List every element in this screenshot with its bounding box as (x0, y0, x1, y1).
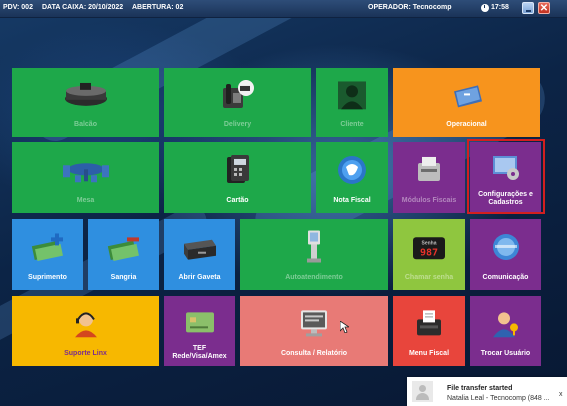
tile-trocar-usuario-label: Trocar Usuário (480, 350, 531, 357)
data-caixa-label: DATA CAIXA: 20/10/2022 (42, 4, 124, 11)
operador-label: OPERADOR: Tecnocomp (368, 4, 452, 11)
tile-nota-fiscal[interactable]: Nota Fiscal (316, 142, 388, 213)
tile-nota-fiscal-label: Nota Fiscal (333, 197, 371, 204)
tile-comunicacao[interactable]: Comunicação (470, 219, 541, 290)
status-bar: PDV: 002 DATA CAIXA: 20/10/2022 ABERTURA… (0, 0, 567, 18)
tile-operacional[interactable]: Operacional (393, 68, 540, 137)
user-switch-icon (492, 309, 520, 339)
payment-card-icon (185, 311, 215, 335)
notification-close-button[interactable]: x (559, 391, 563, 398)
tile-chamar-senha-label: Chamar senha (404, 274, 454, 281)
clock-time: 17:58 (491, 4, 509, 11)
tile-autoatendimento[interactable]: Autoatendimento (240, 219, 388, 290)
support-agent-icon (73, 309, 99, 339)
tile-balcao-label: Balcão (74, 121, 97, 128)
cash-add-icon (31, 232, 65, 263)
card-icon (225, 154, 251, 186)
selection-highlight (467, 139, 545, 214)
receipt-printer-icon (414, 309, 444, 339)
globe-icon (337, 154, 367, 186)
operations-icon (450, 81, 484, 111)
report-monitor-icon (299, 309, 329, 339)
abertura-label: ABERTURA: 02 (132, 4, 184, 11)
tile-chamar-senha[interactable]: Senha 987 Chamar senha (393, 219, 465, 290)
tile-comunicacao-label: Comunicação (482, 274, 529, 281)
tile-cartao-label: Cartão (226, 197, 249, 204)
tile-mesa[interactable]: Mesa (12, 142, 159, 213)
tile-operacional-label: Operacional (446, 121, 487, 128)
tile-tef-label: TEF Rede/Visa/Amex (172, 345, 227, 360)
tile-trocar-usuario[interactable]: Trocar Usuário (470, 296, 541, 366)
clock-icon (481, 4, 489, 12)
pdv-label: PDV: 002 (3, 4, 33, 11)
avatar (412, 381, 433, 402)
tile-consulta-relatorio[interactable]: Consulta / Relatório (240, 296, 388, 366)
tile-delivery-label: Delivery (223, 121, 252, 128)
senha-caption: Senha (421, 240, 436, 246)
tile-modulos-fiscais-label: Módulos Fiscais (401, 197, 457, 204)
tile-abrir-gaveta[interactable]: Abrir Gaveta (164, 219, 235, 290)
communication-icon (491, 231, 521, 263)
tile-cartao[interactable]: Cartão (164, 142, 311, 213)
tile-modulos-fiscais[interactable]: Módulos Fiscais (393, 142, 465, 213)
tile-abrir-gaveta-label: Abrir Gaveta (178, 274, 221, 281)
notification-subtitle: Natalia Leal - Tecnocomp (848 ... (447, 395, 550, 402)
tile-consulta-relatorio-label: Consulta / Relatório (280, 350, 348, 357)
tile-balcao[interactable]: Balcão (12, 68, 159, 137)
tile-suporte-linx-label: Suporte Linx (64, 350, 107, 357)
senha-number: 987 (420, 247, 438, 258)
tile-mesa-label: Mesa (76, 197, 95, 204)
mouse-cursor-icon (339, 320, 351, 338)
file-transfer-notification[interactable]: File transfer started Natalia Leal - Tec… (407, 377, 567, 406)
cash-drawer-icon (182, 237, 218, 261)
tile-cliente-label: Cliente (340, 121, 364, 128)
customer-icon (338, 80, 366, 111)
kiosk-icon (304, 230, 324, 264)
tile-sangria[interactable]: Sangria (88, 219, 159, 290)
tile-suprimento-label: Suprimento (28, 274, 67, 281)
tile-menu-fiscal-label: Menu Fiscal (408, 350, 450, 357)
counter-icon (63, 82, 109, 110)
minimize-button[interactable] (522, 2, 534, 14)
close-button[interactable]: ✕ (538, 2, 550, 14)
tile-autoatendimento-label: Autoatendimento (285, 274, 343, 281)
tile-sangria-label: Sangria (110, 274, 137, 281)
notification-title: File transfer started (447, 385, 513, 392)
tile-delivery[interactable]: Delivery (164, 68, 311, 137)
tile-tef[interactable]: TEF Rede/Visa/Amex (164, 296, 235, 366)
tile-cliente[interactable]: Cliente (316, 68, 388, 137)
delivery-phone-icon (221, 79, 255, 111)
cash-remove-icon (107, 233, 141, 263)
fiscal-printer-icon (414, 154, 444, 186)
queue-display-icon: Senha 987 (412, 236, 446, 262)
tile-menu-fiscal[interactable]: Menu Fiscal (393, 296, 465, 366)
tile-suprimento[interactable]: Suprimento (12, 219, 83, 290)
table-icon (61, 159, 111, 185)
tile-suporte-linx[interactable]: Suporte Linx (12, 296, 159, 366)
